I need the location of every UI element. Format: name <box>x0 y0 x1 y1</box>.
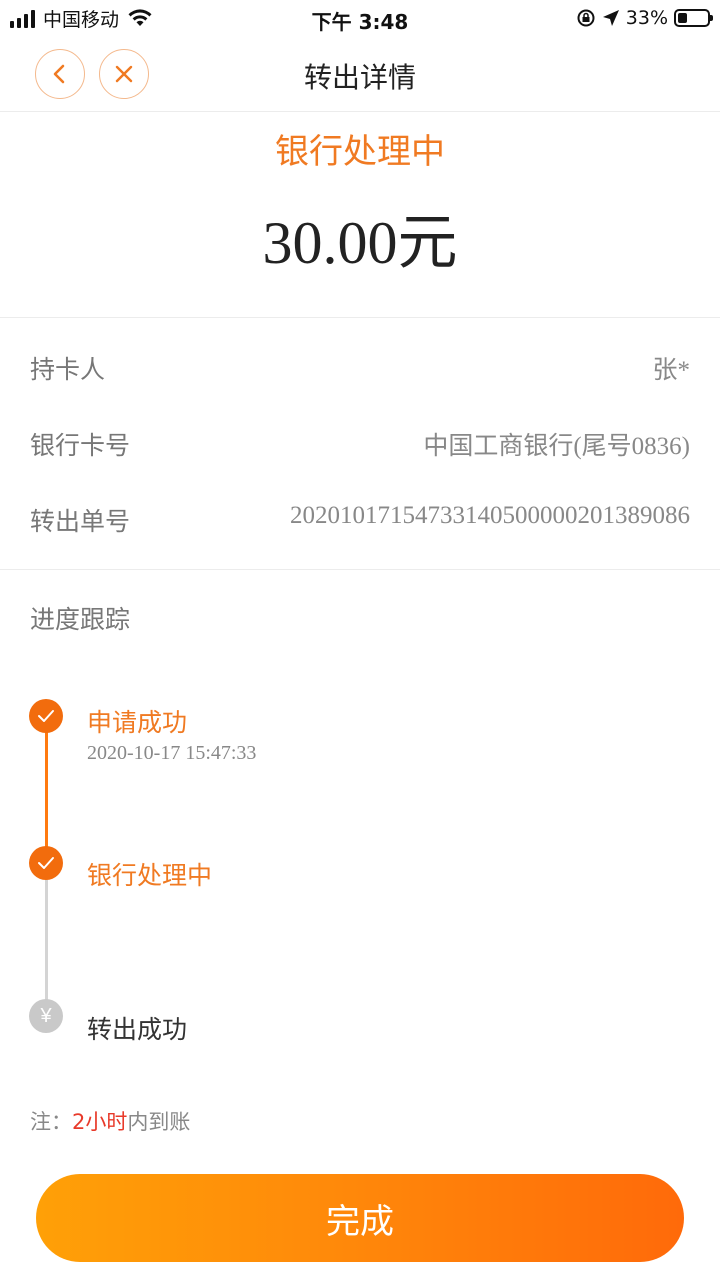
rotation-lock-icon <box>577 9 595 27</box>
transfer-amount: 30.00元 <box>262 210 458 276</box>
status-bar-right: 33% <box>576 6 713 30</box>
detail-label: 转出单号 <box>30 507 131 536</box>
step-label-processing: 银行处理中 <box>87 861 213 890</box>
check-icon <box>29 846 63 880</box>
location-arrow-icon <box>602 10 619 26</box>
detail-row-cardholder: 持卡人 张* <box>30 350 690 390</box>
detail-value: 20201017154733140500000201389086 <box>290 502 690 529</box>
note-prefix: 注： <box>30 1110 72 1134</box>
detail-row-order-number: 转出单号 20201017154733140500000201389086 <box>30 502 690 542</box>
detail-value: 张* <box>652 357 690 384</box>
status-bar: 中国移动 下午 3:48 33% <box>0 0 720 36</box>
transfer-summary: 银行处理中 30.00元 <box>0 112 720 318</box>
detail-row-bank-card: 银行卡号 中国工商银行(尾号0836) <box>30 426 690 466</box>
transfer-details: 持卡人 张* 银行卡号 中国工商银行(尾号0836) 转出单号 20201017… <box>0 318 720 570</box>
transfer-status: 银行处理中 <box>275 132 445 172</box>
page-title: 转出详情 <box>303 61 416 94</box>
step-label-success: 转出成功 <box>87 1015 188 1044</box>
yuan-icon: ¥ <box>29 999 63 1033</box>
battery-fill <box>678 13 688 23</box>
battery-percent: 33% <box>625 7 668 29</box>
battery-icon <box>674 9 713 27</box>
note-highlight: 2小时 <box>72 1110 128 1134</box>
step-time-applied: 2020-10-17 15:47:33 <box>87 742 257 764</box>
note-suffix: 内到账 <box>127 1110 191 1134</box>
arrival-note: 注：2小时内到账 <box>30 1106 190 1136</box>
done-button[interactable]: 完成 <box>36 1174 684 1262</box>
check-icon <box>29 699 63 733</box>
timeline-line-done <box>45 716 48 864</box>
step-label-applied: 申请成功 <box>87 708 188 737</box>
detail-label: 持卡人 <box>30 355 106 384</box>
progress-title: 进度跟踪 <box>30 605 131 634</box>
timeline-line-pending <box>45 864 48 1018</box>
transfer-detail-page: 中国移动 下午 3:48 33% 转出详情 银行处理中 30.00元 持卡人 张… <box>0 0 720 1280</box>
detail-label: 银行卡号 <box>30 431 131 460</box>
nav-bar: 转出详情 <box>0 36 720 112</box>
detail-value: 中国工商银行(尾号0836) <box>423 433 690 460</box>
